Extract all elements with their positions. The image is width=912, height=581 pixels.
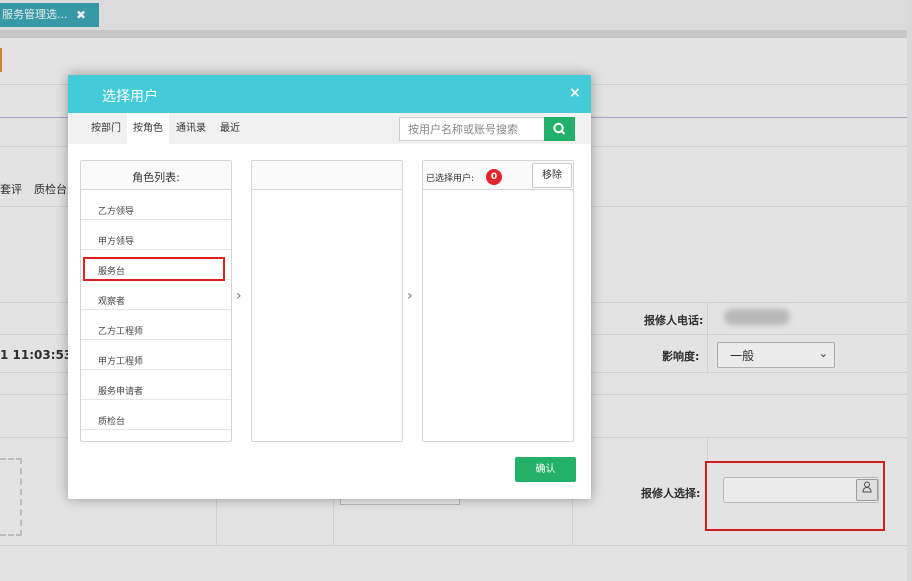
selected-count-badge: 0	[486, 169, 502, 185]
tab-by-role[interactable]: 按角色	[127, 113, 169, 144]
role-list-title: 角色列表:	[132, 171, 180, 184]
role-item[interactable]: 乙方领导	[81, 190, 231, 220]
chevron-right-icon[interactable]: ›	[407, 288, 413, 304]
role-item[interactable]: 乙方工程师	[81, 310, 231, 340]
selected-users-label: 已选择用户:	[426, 174, 475, 184]
search-icon	[553, 122, 566, 135]
modal-tab-bar: 按部门 按角色 通讯录 最近	[68, 113, 591, 144]
role-item[interactable]: 甲方工程师	[81, 340, 231, 370]
role-item[interactable]: 质检台	[81, 400, 231, 430]
role-list-header: 角色列表:	[81, 161, 231, 190]
select-user-modal: 选择用户 × 按部门 按角色 通讯录 最近 角色列表: 乙方领导 甲方领导 服务…	[68, 75, 591, 499]
role-item[interactable]: 服务申请者	[81, 370, 231, 400]
role-list-panel: 角色列表: 乙方领导 甲方领导 服务台 观察者 乙方工程师 甲方工程师 服务申请…	[80, 160, 232, 442]
chevron-right-icon[interactable]: ›	[236, 288, 242, 304]
role-item[interactable]: 甲方领导	[81, 220, 231, 250]
selected-users-header: 已选择用户: 0 移除	[423, 161, 573, 190]
role-highlight-box	[83, 257, 225, 281]
modal-title: 选择用户	[102, 89, 158, 105]
user-list-header	[252, 161, 402, 190]
tab-by-department[interactable]: 按部门	[86, 113, 126, 144]
tab-contacts[interactable]: 通讯录	[170, 113, 212, 144]
tab-recent[interactable]: 最近	[213, 113, 247, 144]
remove-button[interactable]: 移除	[532, 163, 572, 188]
search-button[interactable]	[544, 117, 575, 141]
search-input[interactable]	[399, 117, 544, 141]
user-list-panel	[251, 160, 403, 442]
selected-users-panel: 已选择用户: 0 移除	[422, 160, 574, 442]
confirm-button[interactable]: 确认	[515, 457, 576, 482]
role-item[interactable]: 观察者	[81, 280, 231, 310]
close-icon[interactable]: ×	[569, 85, 581, 101]
